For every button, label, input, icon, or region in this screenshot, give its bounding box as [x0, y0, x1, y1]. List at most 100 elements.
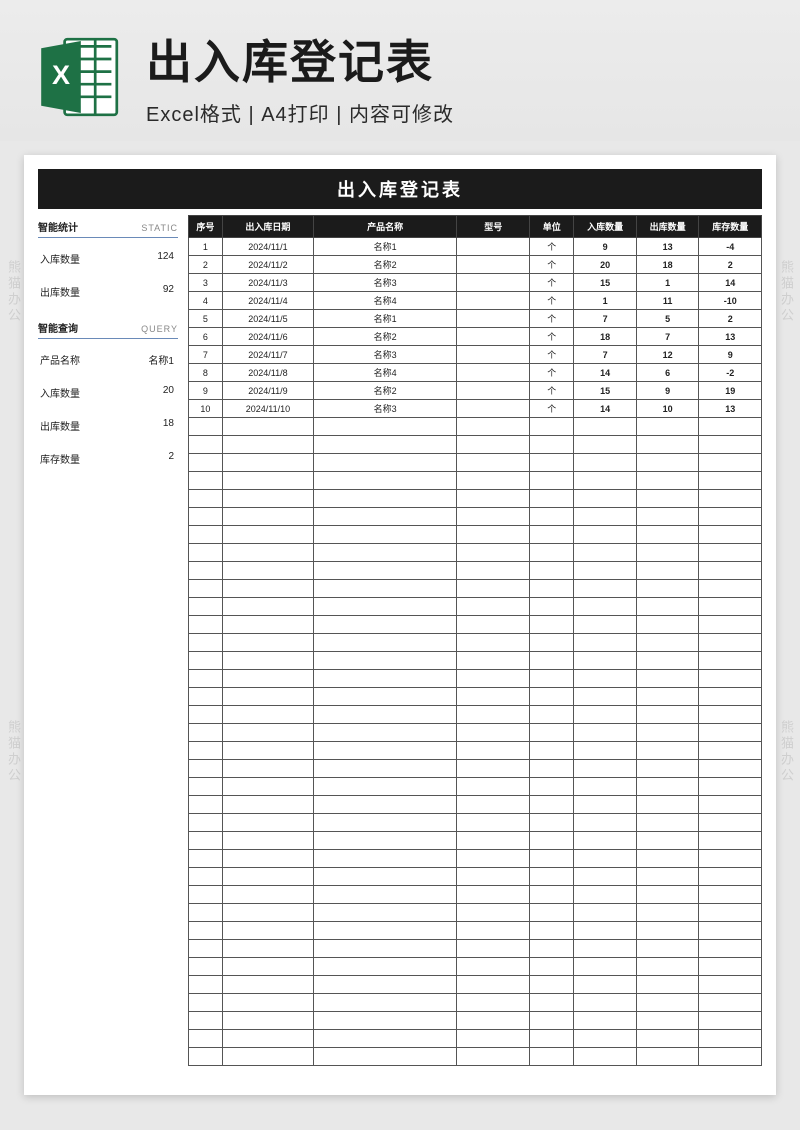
- cell-idx: 10: [189, 400, 223, 418]
- table-row-empty[interactable]: [189, 526, 762, 544]
- table-row-empty[interactable]: [189, 940, 762, 958]
- table-row[interactable]: 12024/11/1名称1个913-4: [189, 238, 762, 256]
- cell-stock: -4: [699, 238, 762, 256]
- table-row-empty[interactable]: [189, 508, 762, 526]
- sidebar-section-query: 智能查询 QUERY: [38, 316, 178, 339]
- table-row[interactable]: 52024/11/5名称1个752: [189, 310, 762, 328]
- query-in-label: 入库数量: [40, 385, 80, 400]
- table-row-empty[interactable]: [189, 652, 762, 670]
- cell-name: 名称3: [314, 346, 457, 364]
- cell-in: 7: [574, 346, 637, 364]
- cell-model: [457, 328, 530, 346]
- query-in-row: 入库数量 20: [38, 376, 178, 409]
- table-row-empty[interactable]: [189, 436, 762, 454]
- cell-stock: 13: [699, 328, 762, 346]
- table-row-empty[interactable]: [189, 832, 762, 850]
- cell-date: 2024/11/5: [222, 310, 313, 328]
- query-out-value: 18: [163, 418, 174, 433]
- table-row-empty[interactable]: [189, 670, 762, 688]
- cell-in: 15: [574, 274, 637, 292]
- table-row[interactable]: 22024/11/2名称2个20182: [189, 256, 762, 274]
- cell-name: 名称1: [314, 310, 457, 328]
- cell-date: 2024/11/3: [222, 274, 313, 292]
- brand-side-label-right-2: 熊猫办公: [777, 720, 796, 784]
- table-row-empty[interactable]: [189, 1048, 762, 1066]
- th-stock: 库存数量: [699, 216, 762, 238]
- th-model: 型号: [457, 216, 530, 238]
- query-stock-label: 库存数量: [40, 451, 80, 466]
- cell-unit: 个: [530, 400, 574, 418]
- table-row-empty[interactable]: [189, 958, 762, 976]
- page-title: 出入库登记表: [38, 169, 762, 209]
- table-row[interactable]: 92024/11/9名称2个15919: [189, 382, 762, 400]
- table-row-empty[interactable]: [189, 544, 762, 562]
- table-row-empty[interactable]: [189, 706, 762, 724]
- table-row-empty[interactable]: [189, 868, 762, 886]
- cell-out: 9: [636, 382, 699, 400]
- static-head-cn: 智能统计: [38, 219, 78, 234]
- table-row[interactable]: 42024/11/4名称4个111-10: [189, 292, 762, 310]
- brand-side-label-left: 熊猫办公: [4, 260, 23, 324]
- table-row-empty[interactable]: [189, 598, 762, 616]
- table-row-empty[interactable]: [189, 796, 762, 814]
- cell-model: [457, 382, 530, 400]
- cell-date: 2024/11/2: [222, 256, 313, 274]
- table-row-empty[interactable]: [189, 454, 762, 472]
- table-row-empty[interactable]: [189, 688, 762, 706]
- cell-name: 名称3: [314, 400, 457, 418]
- table-row[interactable]: 82024/11/8名称4个146-2: [189, 364, 762, 382]
- table-row-empty[interactable]: [189, 472, 762, 490]
- table-row[interactable]: 102024/11/10名称3个141013: [189, 400, 762, 418]
- query-stock-value: 2: [168, 451, 174, 466]
- cell-date: 2024/11/8: [222, 364, 313, 382]
- table-row-empty[interactable]: [189, 886, 762, 904]
- cell-idx: 2: [189, 256, 223, 274]
- cell-in: 14: [574, 364, 637, 382]
- table-row-empty[interactable]: [189, 616, 762, 634]
- table-row-empty[interactable]: [189, 760, 762, 778]
- query-name-value: 名称1: [148, 352, 174, 367]
- table-row-empty[interactable]: [189, 742, 762, 760]
- cell-model: [457, 346, 530, 364]
- cell-idx: 1: [189, 238, 223, 256]
- table-row[interactable]: 62024/11/6名称2个18713: [189, 328, 762, 346]
- table-row-empty[interactable]: [189, 976, 762, 994]
- excel-file-icon: X: [34, 32, 124, 122]
- table-row-empty[interactable]: [189, 418, 762, 436]
- table-row-empty[interactable]: [189, 778, 762, 796]
- table-row-empty[interactable]: [189, 994, 762, 1012]
- cell-idx: 6: [189, 328, 223, 346]
- cell-name: 名称4: [314, 292, 457, 310]
- cell-date: 2024/11/6: [222, 328, 313, 346]
- table-row-empty[interactable]: [189, 1030, 762, 1048]
- table-row-empty[interactable]: [189, 904, 762, 922]
- cell-date: 2024/11/7: [222, 346, 313, 364]
- cell-stock: 2: [699, 310, 762, 328]
- cell-out: 6: [636, 364, 699, 382]
- th-date: 出入库日期: [222, 216, 313, 238]
- table-row[interactable]: 72024/11/7名称3个7129: [189, 346, 762, 364]
- table-row-empty[interactable]: [189, 724, 762, 742]
- table-row-empty[interactable]: [189, 922, 762, 940]
- table-row-empty[interactable]: [189, 814, 762, 832]
- static-in-value: 124: [157, 251, 174, 266]
- cell-date: 2024/11/10: [222, 400, 313, 418]
- query-in-value: 20: [163, 385, 174, 400]
- cell-out: 11: [636, 292, 699, 310]
- cell-name: 名称1: [314, 238, 457, 256]
- table-row-empty[interactable]: [189, 580, 762, 598]
- cell-out: 12: [636, 346, 699, 364]
- cell-in: 1: [574, 292, 637, 310]
- table-row-empty[interactable]: [189, 634, 762, 652]
- table-row[interactable]: 32024/11/3名称3个15114: [189, 274, 762, 292]
- cell-model: [457, 274, 530, 292]
- table-row-empty[interactable]: [189, 850, 762, 868]
- brand-side-label-right-1: 熊猫办公: [777, 260, 796, 324]
- table-row-empty[interactable]: [189, 1012, 762, 1030]
- cell-name: 名称3: [314, 274, 457, 292]
- cell-in: 18: [574, 328, 637, 346]
- cell-stock: -2: [699, 364, 762, 382]
- table-row-empty[interactable]: [189, 490, 762, 508]
- cell-stock: 9: [699, 346, 762, 364]
- table-row-empty[interactable]: [189, 562, 762, 580]
